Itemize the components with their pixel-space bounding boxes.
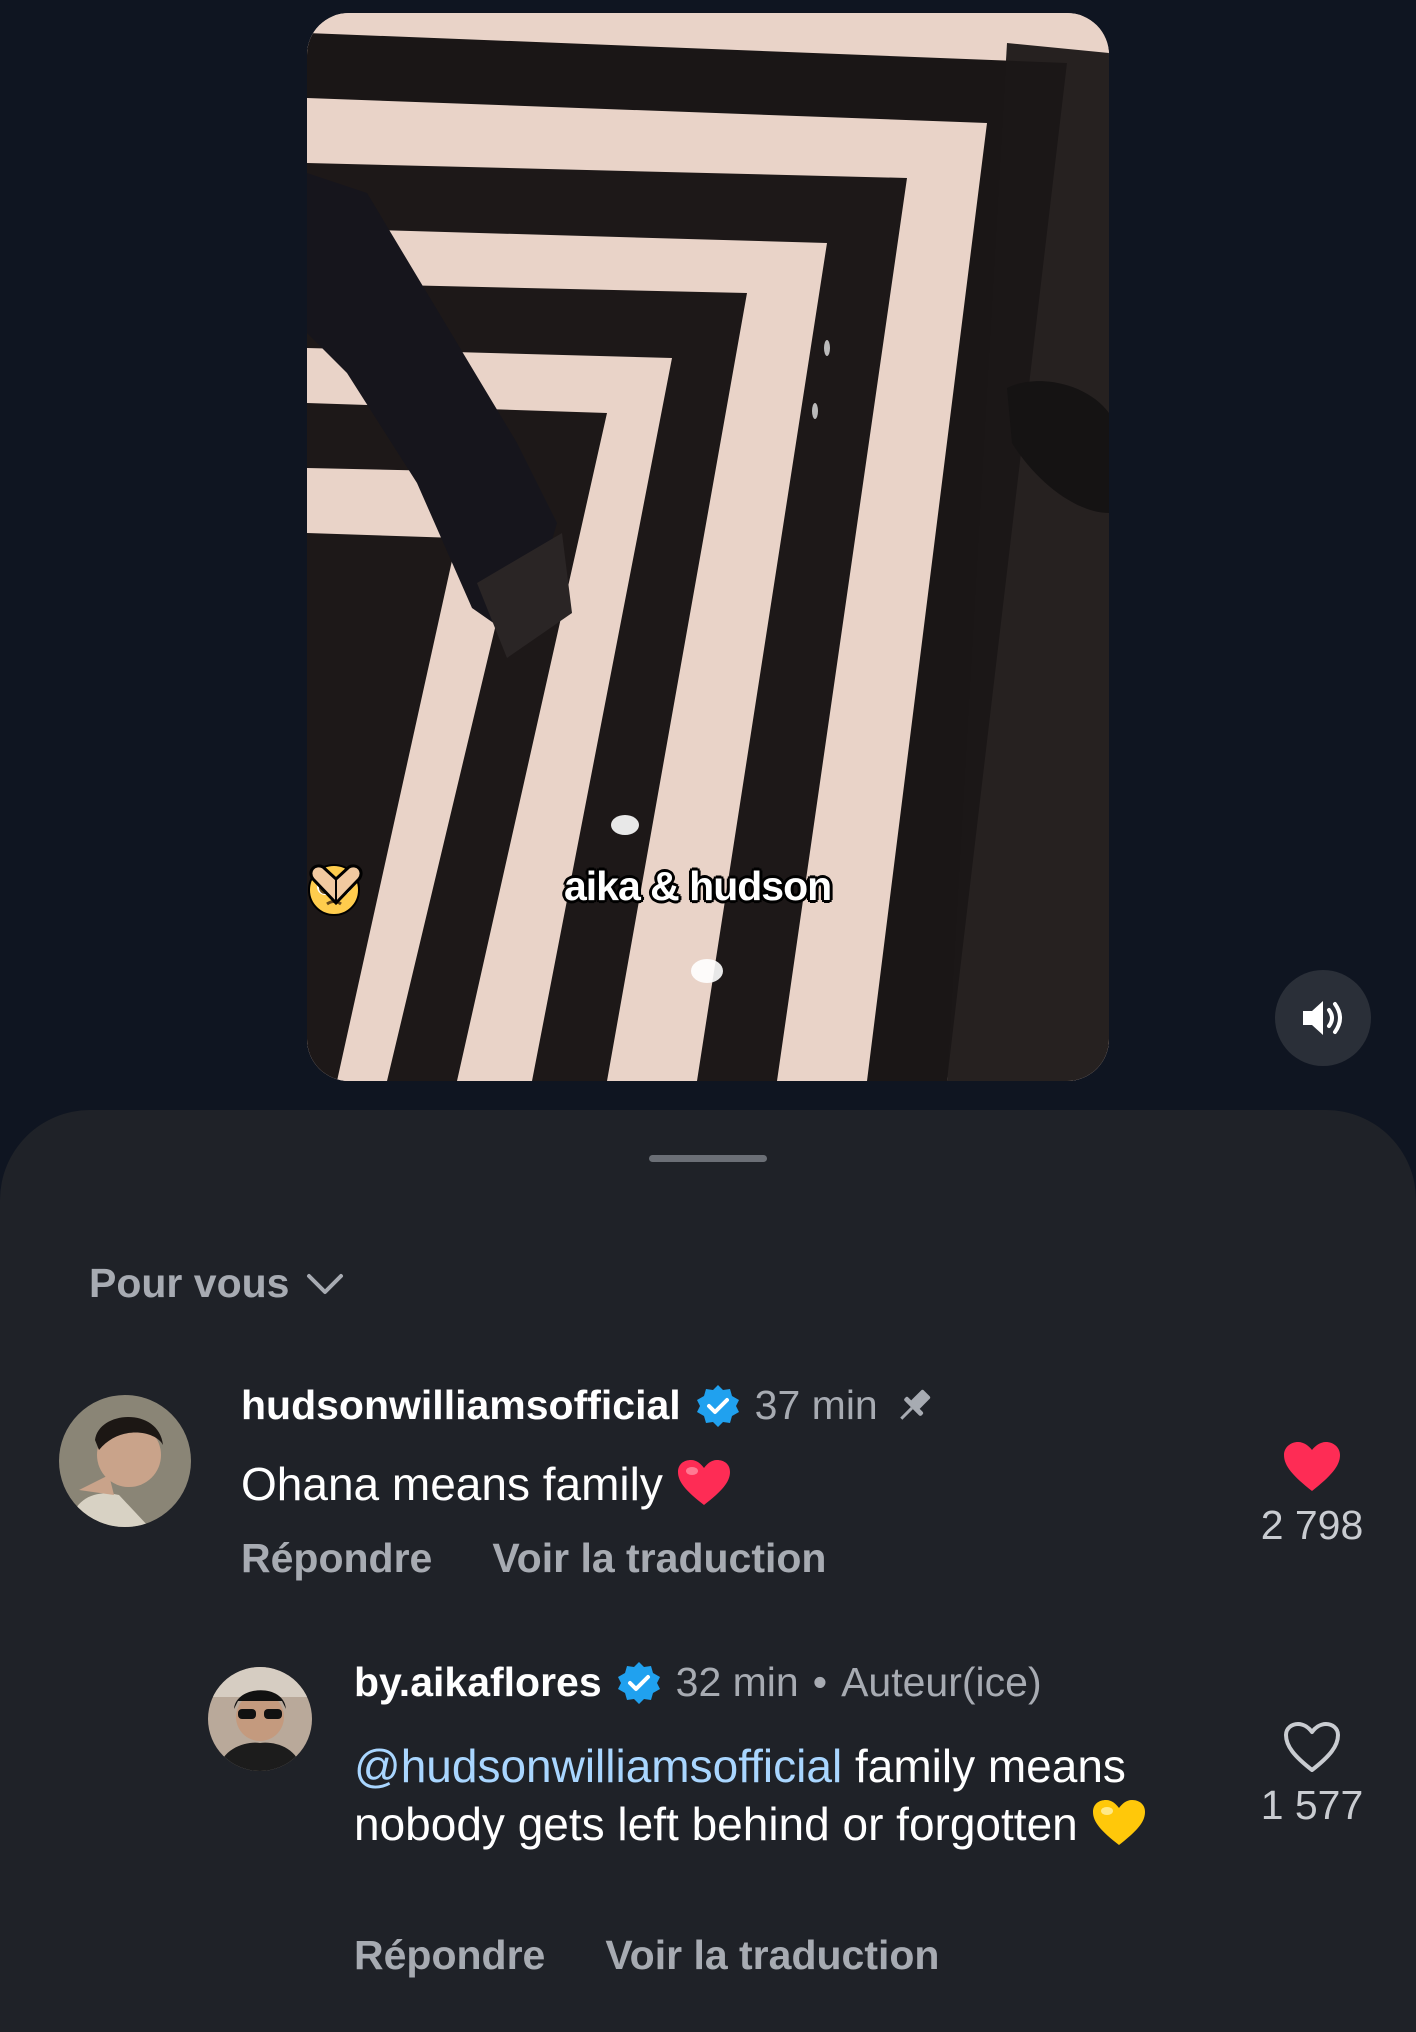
video-caption: aika & hudson [307, 863, 1109, 916]
sound-toggle-button[interactable] [1275, 970, 1371, 1066]
comment-actions: Répondre Voir la traduction [241, 1535, 826, 1582]
comment-text: @hudsonwilliamsofficial family means nob… [354, 1737, 1184, 1853]
see-translation-button[interactable]: Voir la traduction [492, 1535, 826, 1582]
reply-button[interactable]: Répondre [354, 1932, 545, 1979]
video-area: aika & hudson [0, 0, 1416, 1110]
heart-outline-icon [1284, 1722, 1340, 1772]
heart-filled-icon [1284, 1442, 1340, 1491]
comment-time: 32 min [675, 1659, 799, 1705]
comment-username[interactable]: by.aikaflores [354, 1659, 602, 1706]
speaker-on-icon [1303, 1001, 1342, 1035]
sheet-drag-handle[interactable] [649, 1155, 767, 1162]
avatar[interactable] [208, 1667, 312, 1771]
verified-badge-icon [617, 1661, 660, 1704]
comment-sort-label: Pour vous [89, 1260, 290, 1306]
video-frame [307, 13, 1109, 1081]
reply-button[interactable]: Répondre [241, 1535, 432, 1582]
comments-sheet: Pour vous hudsonwilliamsofficial 37 min [0, 1110, 1416, 2032]
avatar[interactable] [59, 1395, 191, 1527]
comment-sort-dropdown[interactable]: Pour vous [89, 1260, 345, 1307]
caption-text: aika & hudson [563, 863, 832, 909]
comment-header: hudsonwilliamsofficial 37 min [241, 1382, 936, 1429]
comment-text: Ohana means family [241, 1455, 941, 1513]
like-count: 1 577 [1260, 1782, 1364, 1828]
verified-badge-icon [696, 1384, 739, 1427]
video-player[interactable]: aika & hudson [307, 13, 1109, 1081]
yellow-heart-emoji [1092, 1800, 1145, 1845]
comment-text-body: Ohana means family [241, 1458, 663, 1510]
like-count: 2 798 [1260, 1502, 1364, 1548]
author-tag: Auteur(ice) [841, 1659, 1042, 1705]
pin-icon [899, 1389, 930, 1420]
like-button[interactable]: 2 798 [1242, 1440, 1382, 1549]
chevron-down-icon [307, 1273, 344, 1294]
comment-header: by.aikaflores 32 min • Auteur(ice) [354, 1659, 1042, 1706]
red-heart-emoji [677, 1460, 730, 1505]
see-translation-button[interactable]: Voir la traduction [605, 1932, 939, 1979]
user-mention-link[interactable]: @hudsonwilliamsofficial [354, 1740, 842, 1792]
comment-username[interactable]: hudsonwilliamsofficial [241, 1382, 681, 1429]
comment-time: 37 min [754, 1382, 878, 1428]
comment-actions: Répondre Voir la traduction [354, 1932, 939, 1979]
separator-dot: • [812, 1659, 828, 1705]
like-button[interactable]: 1 577 [1242, 1720, 1382, 1829]
